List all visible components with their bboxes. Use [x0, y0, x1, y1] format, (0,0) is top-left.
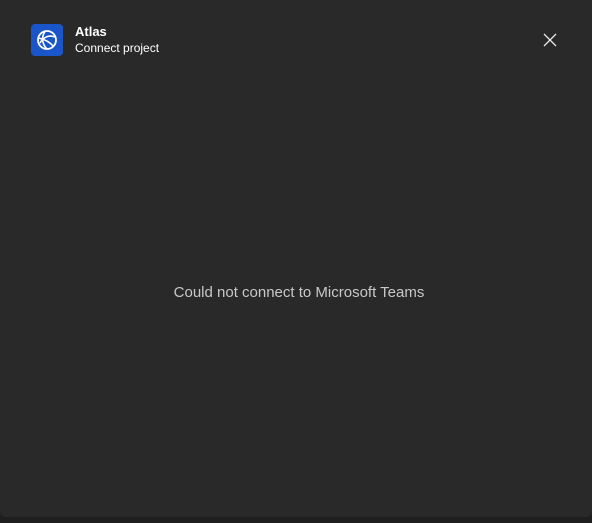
atlas-app-icon — [31, 24, 63, 56]
atlas-globe-icon — [37, 30, 57, 50]
connect-project-dialog: Atlas Connect project Could not connect … — [0, 0, 592, 517]
error-message: Could not connect to Microsoft Teams — [173, 284, 425, 301]
header-titles: Atlas Connect project — [75, 24, 159, 56]
dialog-subtitle: Connect project — [75, 41, 160, 55]
background-strip — [0, 517, 592, 523]
app-name: Atlas — [75, 24, 107, 39]
close-button[interactable] — [538, 28, 562, 52]
dialog-header: Atlas Connect project — [31, 24, 159, 56]
close-icon — [543, 33, 557, 47]
